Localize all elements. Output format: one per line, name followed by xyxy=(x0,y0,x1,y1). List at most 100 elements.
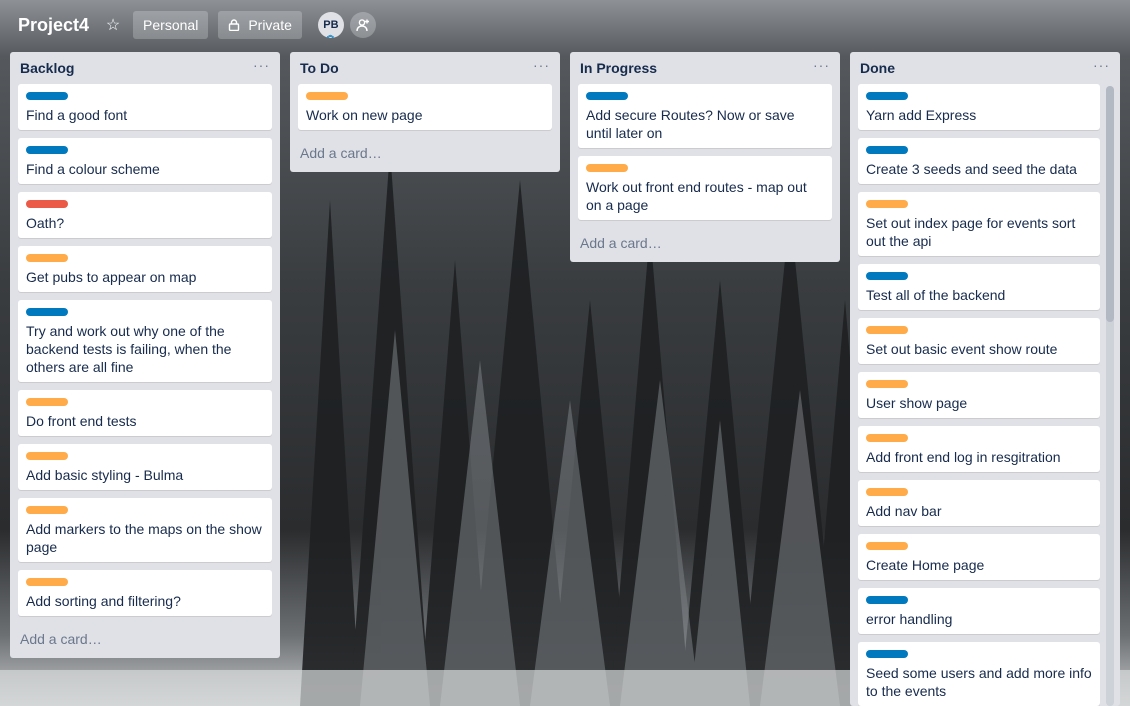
board-header: Project4 ☆ Personal Private PB ︽ xyxy=(0,0,1130,50)
list-header: Backlog ··· xyxy=(18,52,272,84)
list-menu-icon[interactable]: ··· xyxy=(533,58,550,76)
list-scrollbar[interactable] xyxy=(1106,86,1114,706)
card-label xyxy=(866,146,908,154)
avatar[interactable]: PB ︽ xyxy=(317,12,344,39)
card-text: Test all of the backend xyxy=(866,287,1006,303)
card-label xyxy=(586,164,628,172)
card-label xyxy=(866,380,908,388)
add-card-button[interactable]: Add a card… xyxy=(298,138,552,172)
list-title[interactable]: In Progress xyxy=(580,60,657,76)
card-text: Find a good font xyxy=(26,107,128,123)
card-label xyxy=(26,578,68,586)
card-label xyxy=(866,650,908,658)
lock-icon xyxy=(229,19,240,31)
list-to-do: To Do ··· Work on new page Add a card… xyxy=(290,52,560,172)
card[interactable]: Oath? xyxy=(18,192,272,238)
list-header: Done ··· xyxy=(858,52,1109,84)
card-text: Oath? xyxy=(26,215,65,231)
card-text: Add sorting and filtering? xyxy=(26,593,181,609)
card-label xyxy=(586,92,628,100)
personal-button[interactable]: Personal xyxy=(133,11,209,39)
card-label xyxy=(866,542,908,550)
admin-chevron-icon: ︽ xyxy=(326,32,334,39)
card-text: Add secure Routes? Now or save until lat… xyxy=(586,107,795,141)
add-member-icon[interactable] xyxy=(349,12,376,38)
card[interactable]: Set out index page for events sort out t… xyxy=(858,192,1100,256)
card-label xyxy=(26,200,68,208)
card-text: Seed some users and add more info to the… xyxy=(866,665,1092,699)
private-button[interactable]: Private xyxy=(218,11,302,39)
card[interactable]: Do front end tests xyxy=(18,390,272,436)
card-label xyxy=(26,506,68,514)
scrollbar-thumb[interactable] xyxy=(1106,86,1114,322)
star-icon[interactable]: ☆ xyxy=(101,15,125,35)
card-label xyxy=(306,92,348,100)
list-title[interactable]: To Do xyxy=(300,60,339,76)
card[interactable]: Get pubs to appear on map xyxy=(18,246,272,292)
private-label: Private xyxy=(248,17,292,33)
card[interactable]: Yarn add Express xyxy=(858,84,1100,130)
card[interactable]: Add front end log in resgitration xyxy=(858,426,1100,472)
card-text: Set out index page for events sort out t… xyxy=(866,215,1076,249)
card-text: User show page xyxy=(866,395,968,411)
card-text: Add basic styling - Bulma xyxy=(26,467,184,483)
card-text: Do front end tests xyxy=(26,413,137,429)
list-backlog: Backlog ··· Find a good font Find a colo… xyxy=(10,52,280,658)
card-text: Add front end log in resgitration xyxy=(866,449,1061,465)
card[interactable]: Add basic styling - Bulma xyxy=(18,444,272,490)
card-label xyxy=(26,452,68,460)
card[interactable]: User show page xyxy=(858,372,1100,418)
add-card-button[interactable]: Add a card… xyxy=(18,624,272,658)
card-text: Create 3 seeds and seed the data xyxy=(866,161,1077,177)
card[interactable]: Set out basic event show route xyxy=(858,318,1100,364)
card[interactable]: Create Home page xyxy=(858,534,1100,580)
list-in-progress: In Progress ··· Add secure Routes? Now o… xyxy=(570,52,840,262)
list-menu-icon[interactable]: ··· xyxy=(813,58,830,76)
card[interactable]: Add secure Routes? Now or save until lat… xyxy=(578,84,832,148)
card-label xyxy=(866,326,908,334)
card-label xyxy=(26,398,68,406)
add-card-button[interactable]: Add a card… xyxy=(578,228,832,262)
card[interactable]: Add markers to the maps on the show page xyxy=(18,498,272,562)
list-header: In Progress ··· xyxy=(578,52,832,84)
card-label xyxy=(866,488,908,496)
card-text: Set out basic event show route xyxy=(866,341,1058,357)
card[interactable]: Try and work out why one of the backend … xyxy=(18,300,272,382)
card-label xyxy=(866,272,908,280)
list-menu-icon[interactable]: ··· xyxy=(253,58,270,76)
list-title[interactable]: Backlog xyxy=(20,60,74,76)
card-text: Get pubs to appear on map xyxy=(26,269,197,285)
card-label xyxy=(866,596,908,604)
card-text: Find a colour scheme xyxy=(26,161,160,177)
card[interactable]: Add sorting and filtering? xyxy=(18,570,272,616)
card-label xyxy=(26,308,68,316)
card-text: Add nav bar xyxy=(866,503,942,519)
card-text: Add markers to the maps on the show page xyxy=(26,521,262,555)
list-done: Done ··· Yarn add Express Create 3 seeds… xyxy=(850,52,1120,706)
card-label xyxy=(26,92,68,100)
card-label xyxy=(866,434,908,442)
list-title[interactable]: Done xyxy=(860,60,895,76)
card-text: Work out front end routes - map out on a… xyxy=(586,179,807,213)
card-label xyxy=(866,200,908,208)
card[interactable]: error handling xyxy=(858,588,1100,634)
card[interactable]: Create 3 seeds and seed the data xyxy=(858,138,1100,184)
card-label xyxy=(866,92,908,100)
card-label xyxy=(26,254,68,262)
card-text: Yarn add Express xyxy=(866,107,977,123)
card[interactable]: Work on new page xyxy=(298,84,552,130)
list-menu-icon[interactable]: ··· xyxy=(1093,58,1110,76)
card[interactable]: Work out front end routes - map out on a… xyxy=(578,156,832,220)
card[interactable]: Find a colour scheme xyxy=(18,138,272,184)
card-text: Work on new page xyxy=(306,107,423,123)
card[interactable]: Seed some users and add more info to the… xyxy=(858,642,1100,706)
card-text: Try and work out why one of the backend … xyxy=(26,323,232,375)
board-title[interactable]: Project4 xyxy=(18,15,89,36)
list-header: To Do ··· xyxy=(298,52,552,84)
card-label xyxy=(26,146,68,154)
card[interactable]: Add nav bar xyxy=(858,480,1100,526)
card[interactable]: Find a good font xyxy=(18,84,272,130)
card[interactable]: Test all of the backend xyxy=(858,264,1100,310)
card-text: error handling xyxy=(866,611,953,627)
card-text: Create Home page xyxy=(866,557,985,573)
